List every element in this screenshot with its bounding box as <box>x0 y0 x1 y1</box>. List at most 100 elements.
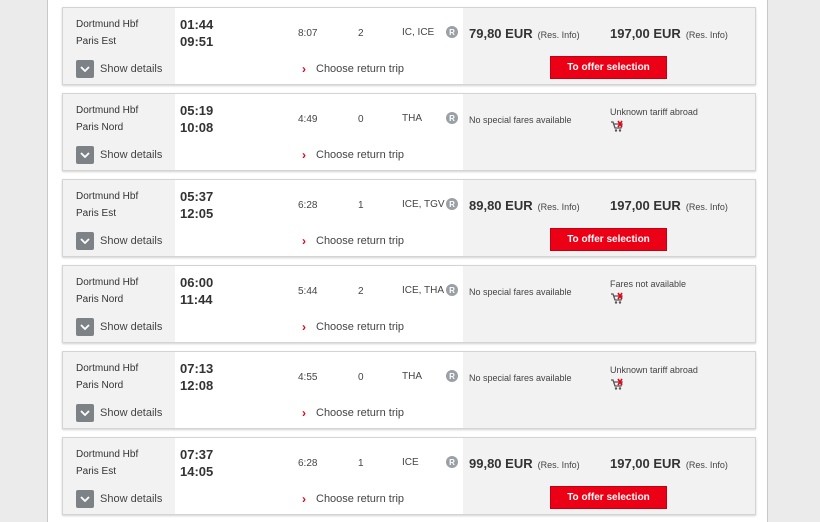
to-offer-selection-button[interactable]: To offer selection <box>550 228 667 251</box>
arrival-station: Paris Est <box>76 466 117 477</box>
changes-count: 2 <box>358 286 364 297</box>
reservation-icon[interactable]: R <box>446 112 458 124</box>
arrival-time: 10:08 <box>180 120 214 135</box>
choose-return-trip-link[interactable]: › Choose return trip <box>302 148 404 162</box>
res-info-link[interactable]: (Res. Info) <box>686 460 728 470</box>
price-value: 99,80 EUR <box>469 456 533 471</box>
no-special-fares-text: No special fares available <box>469 373 572 383</box>
station-cell: Dortmund Hbf Paris Nord Show details <box>63 94 175 170</box>
trip-info-cell: 4:49 0 THA R › Choose return trip <box>292 94 463 170</box>
chevron-down-icon <box>76 232 94 250</box>
price-value: 79,80 EUR <box>469 26 533 41</box>
connection-row: Dortmund Hbf Paris Est Show details 07:3… <box>62 437 756 515</box>
show-details-label: Show details <box>100 321 163 333</box>
arrival-station: Paris Est <box>76 208 117 219</box>
duration: 4:49 <box>298 114 318 125</box>
chevron-down-icon <box>76 318 94 336</box>
to-offer-selection-button[interactable]: To offer selection <box>550 56 667 79</box>
time-cell: 01:44 09:51 <box>175 8 292 84</box>
tariff-note: Unknown tariff abroad <box>610 365 698 375</box>
chevron-down-icon <box>76 60 94 78</box>
show-details-button[interactable]: Show details <box>76 146 162 164</box>
res-info-link[interactable]: (Res. Info) <box>538 202 580 212</box>
time-cell: 05:19 10:08 <box>175 94 292 170</box>
arrival-time: 11:44 <box>180 292 213 307</box>
no-special-fares-text: No special fares available <box>469 115 572 125</box>
arrival-time: 12:05 <box>180 206 214 221</box>
departure-station: Dortmund Hbf <box>76 277 139 288</box>
products: THA <box>402 113 422 124</box>
flex-fare-price: 197,00 EUR (Res. Info) <box>610 198 728 213</box>
res-info-link[interactable]: (Res. Info) <box>686 30 728 40</box>
price-value: 197,00 EUR <box>610 198 681 213</box>
chevron-right-icon: › <box>302 406 306 420</box>
reservation-icon[interactable]: R <box>446 198 458 210</box>
products: IC, ICE <box>402 27 435 38</box>
show-details-button[interactable]: Show details <box>76 60 162 78</box>
changes-count: 2 <box>358 28 364 39</box>
arrival-station: Paris Nord <box>76 294 124 305</box>
show-details-button[interactable]: Show details <box>76 490 162 508</box>
res-info-link[interactable]: (Res. Info) <box>538 30 580 40</box>
connection-row: Dortmund Hbf Paris Nord Show details 05:… <box>62 93 756 171</box>
reservation-icon[interactable]: R <box>446 370 458 382</box>
reservation-icon[interactable]: R <box>446 26 458 38</box>
trip-info-cell: 8:07 2 IC, ICE R › Choose return trip <box>292 8 463 84</box>
departure-station: Dortmund Hbf <box>76 449 139 460</box>
choose-return-trip-link[interactable]: › Choose return trip <box>302 492 404 506</box>
flex-fare-price: 197,00 EUR (Res. Info) <box>610 456 728 471</box>
saver-fare-cell: No special fares available <box>463 352 603 428</box>
connection-row: Dortmund Hbf Paris Nord Show details 06:… <box>62 265 756 343</box>
departure-time: 06:00 <box>180 275 214 290</box>
connection-row: Dortmund Hbf Paris Nord Show details 07:… <box>62 351 756 429</box>
trip-info-cell: 5:44 2 ICE, THA R › Choose return trip <box>292 266 463 342</box>
departure-station: Dortmund Hbf <box>76 105 139 116</box>
duration: 5:44 <box>298 286 318 297</box>
trip-info-cell: 6:28 1 ICE, TGV R › Choose return trip <box>292 180 463 256</box>
choose-return-trip-link[interactable]: › Choose return trip <box>302 320 404 334</box>
departure-station: Dortmund Hbf <box>76 191 139 202</box>
choose-return-trip-link[interactable]: › Choose return trip <box>302 62 404 76</box>
to-offer-selection-button[interactable]: To offer selection <box>550 486 667 509</box>
arrival-time: 09:51 <box>180 34 214 49</box>
choose-return-trip-label: Choose return trip <box>316 235 405 247</box>
departure-station: Dortmund Hbf <box>76 19 139 30</box>
chevron-down-icon <box>76 146 94 164</box>
chevron-down-icon <box>76 490 94 508</box>
changes-count: 1 <box>358 200 364 211</box>
reservation-icon[interactable]: R <box>446 284 458 296</box>
tariff-note: Unknown tariff abroad <box>610 107 698 117</box>
changes-count: 1 <box>358 458 364 469</box>
time-cell: 05:37 12:05 <box>175 180 292 256</box>
departure-station: Dortmund Hbf <box>76 363 139 374</box>
duration: 6:28 <box>298 200 318 211</box>
res-info-link[interactable]: (Res. Info) <box>686 202 728 212</box>
station-cell: Dortmund Hbf Paris Est Show details <box>63 8 175 84</box>
station-cell: Dortmund Hbf Paris Est Show details <box>63 180 175 256</box>
choose-return-trip-link[interactable]: › Choose return trip <box>302 406 404 420</box>
choose-return-trip-link[interactable]: › Choose return trip <box>302 234 404 248</box>
choose-return-trip-label: Choose return trip <box>316 63 405 75</box>
price-value: 197,00 EUR <box>610 456 681 471</box>
chevron-right-icon: › <box>302 148 306 162</box>
products: ICE, THA <box>402 285 445 296</box>
arrival-station: Paris Est <box>76 36 117 47</box>
show-details-button[interactable]: Show details <box>76 404 162 422</box>
flex-fare-cell: Unknown tariff abroad <box>604 352 755 428</box>
reservation-icon[interactable]: R <box>446 456 458 468</box>
show-details-label: Show details <box>100 149 163 161</box>
departure-time: 01:44 <box>180 17 214 32</box>
res-info-link[interactable]: (Res. Info) <box>538 460 580 470</box>
flex-fare-cell: Unknown tariff abroad <box>604 94 755 170</box>
departure-time: 05:37 <box>180 189 214 204</box>
connection-row: Dortmund Hbf Paris Est Show details 05:3… <box>62 179 756 257</box>
shopping-cart-icon <box>610 378 623 391</box>
show-details-button[interactable]: Show details <box>76 232 162 250</box>
choose-return-trip-label: Choose return trip <box>316 407 405 419</box>
show-details-button[interactable]: Show details <box>76 318 162 336</box>
chevron-down-icon <box>76 404 94 422</box>
connection-row: Dortmund Hbf Paris Est Show details 01:4… <box>62 7 756 85</box>
tariff-note: Fares not available <box>610 279 687 289</box>
chevron-right-icon: › <box>302 492 306 506</box>
station-cell: Dortmund Hbf Paris Est Show details <box>63 438 175 514</box>
